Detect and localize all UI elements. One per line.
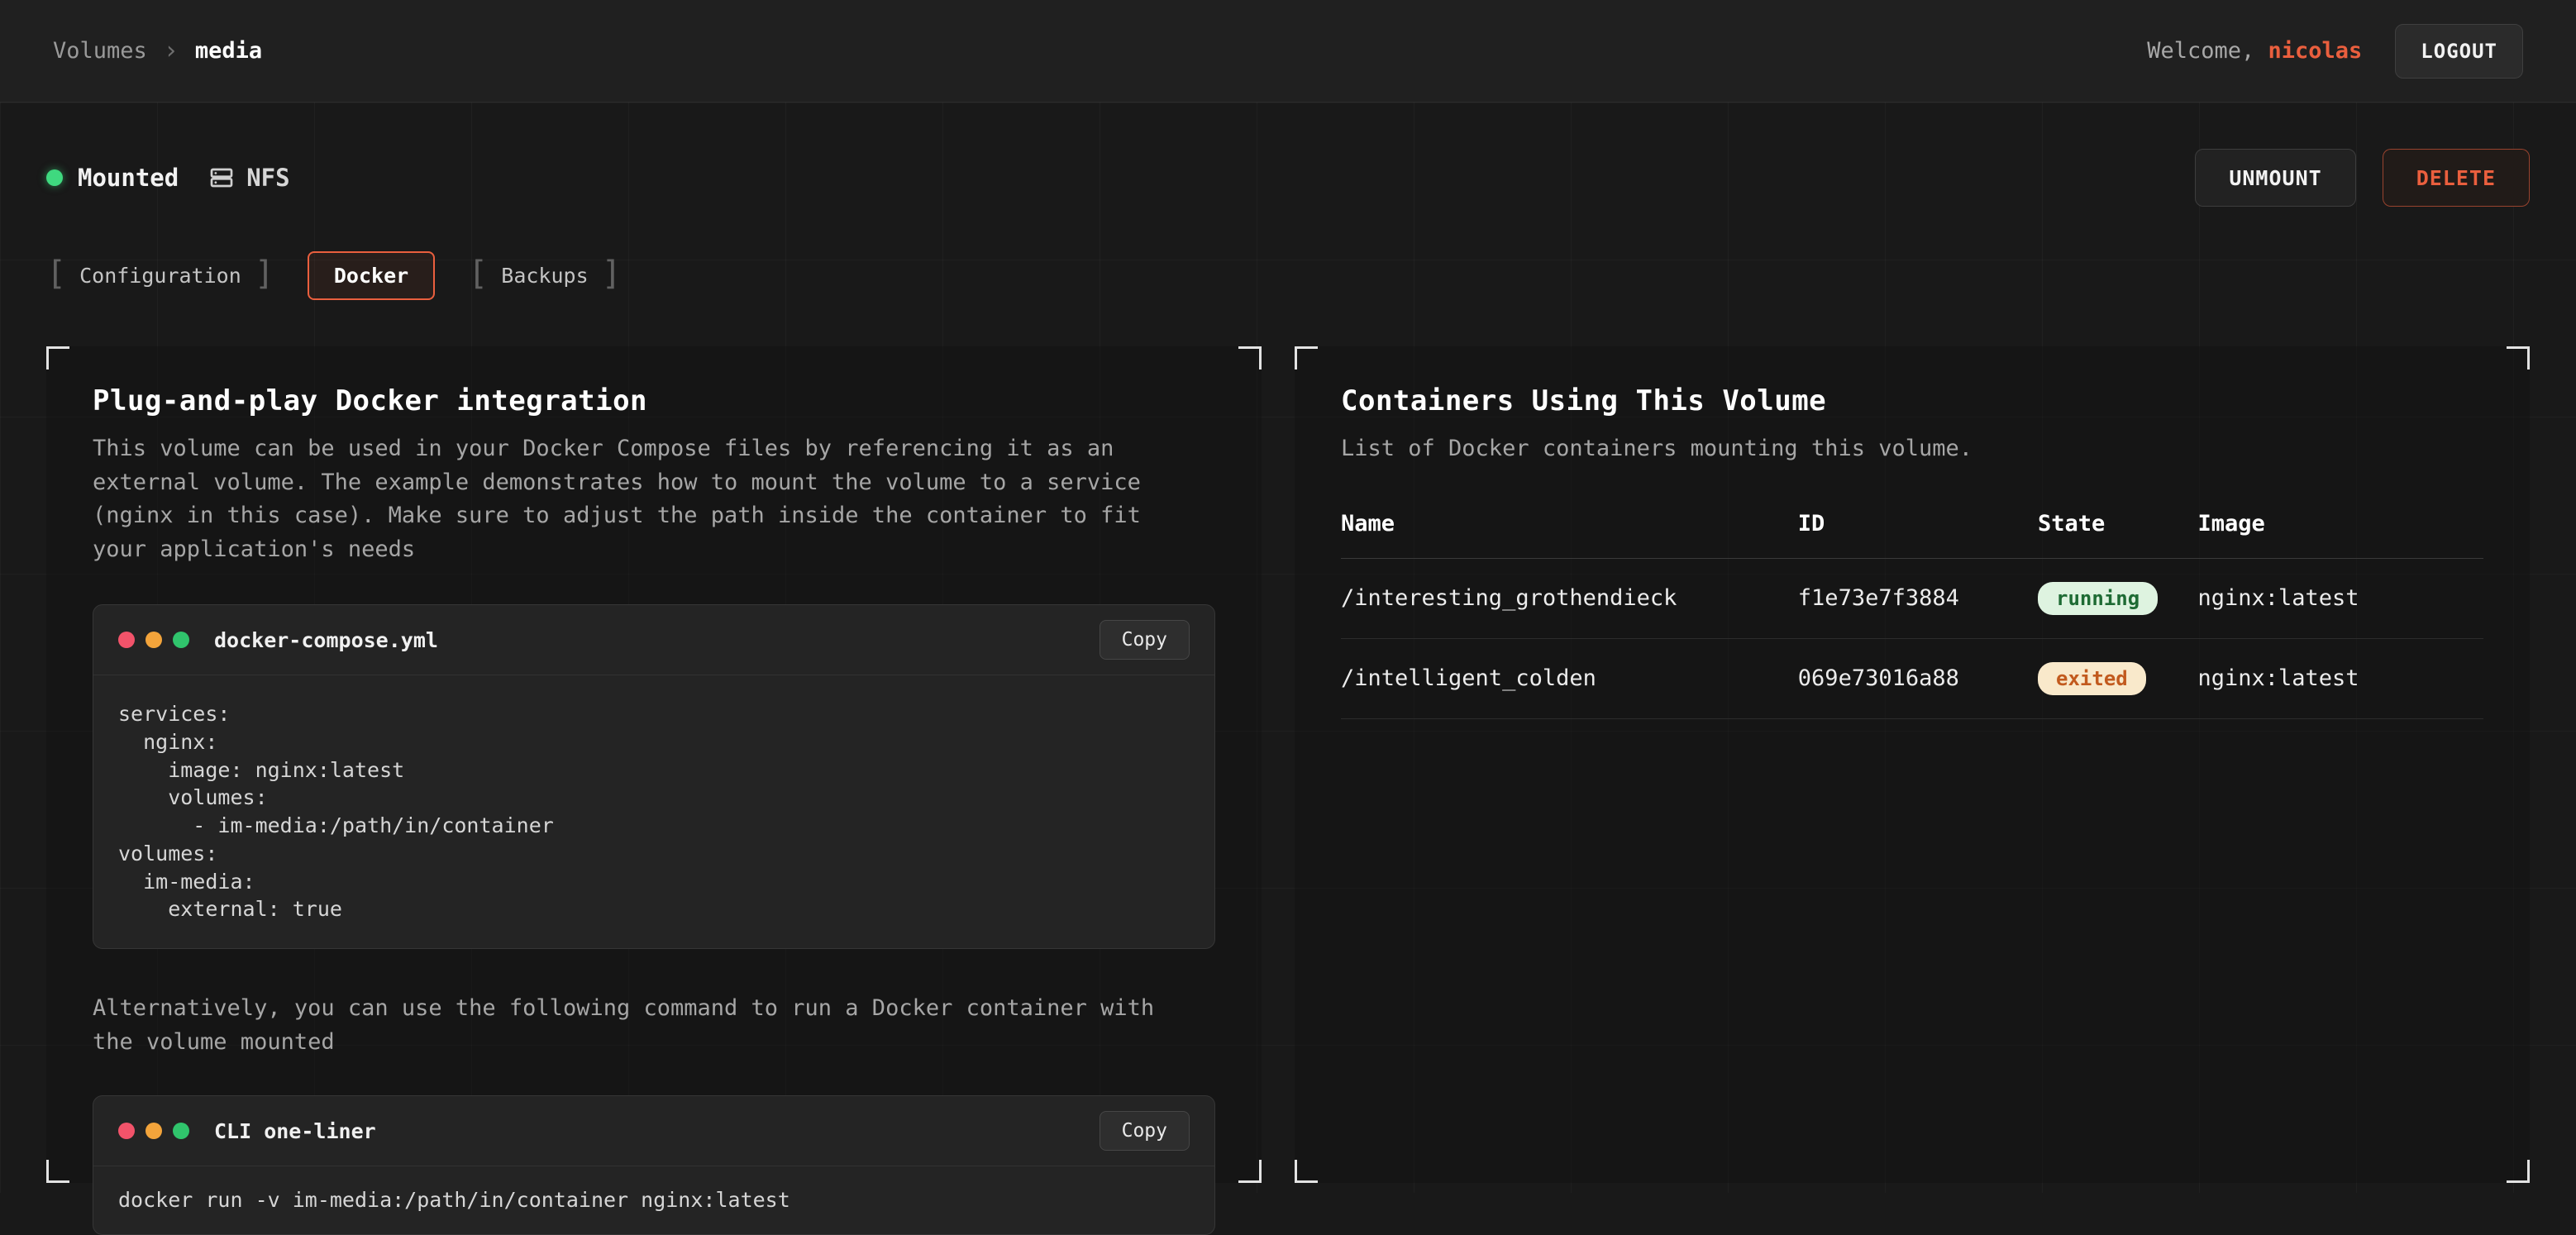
unmount-button[interactable]: UNMOUNT: [2195, 149, 2355, 207]
traffic-dot-yellow-icon: [145, 1123, 162, 1139]
containers-panel-subtitle: List of Docker containers mounting this …: [1341, 432, 2432, 466]
table-row: /intelligent_colden 069e73016a88 exited …: [1341, 638, 2483, 718]
corner-bracket: [1238, 346, 1262, 370]
column-header-image: Image: [2197, 511, 2483, 559]
fs-type-label: NFS: [246, 164, 289, 192]
compose-card-header: docker-compose.yml Copy: [93, 605, 1214, 675]
tab-configuration-label: Configuration: [79, 264, 241, 288]
traffic-dot-red-icon: [118, 632, 135, 648]
status-row: Mounted NFS UNMOUNT DELETE: [46, 149, 2530, 207]
container-image-cell: nginx:latest: [2197, 638, 2483, 718]
panels-row: Plug-and-play Docker integration This vo…: [46, 346, 2530, 1183]
tab-docker[interactable]: Docker: [308, 251, 435, 300]
compose-filename: docker-compose.yml: [214, 628, 438, 652]
cli-code: docker run -v im-media:/path/in/containe…: [93, 1166, 1214, 1234]
bracket-open-icon: [: [46, 257, 66, 290]
container-image-cell: nginx:latest: [2197, 558, 2483, 638]
container-id-cell: 069e73016a88: [1798, 638, 2038, 718]
top-bar-right: Welcome, nicolas LOGOUT: [2147, 24, 2523, 79]
tab-backups-label: Backups: [501, 264, 588, 288]
mounted-status-dot: [46, 169, 63, 186]
traffic-dot-green-icon: [173, 632, 189, 648]
welcome-prefix: Welcome,: [2147, 38, 2254, 64]
corner-bracket: [1295, 1160, 1318, 1183]
traffic-dot-yellow-icon: [145, 632, 162, 648]
corner-bracket: [46, 346, 69, 370]
chevron-right-icon: ›: [164, 39, 179, 64]
status-badge: exited: [2038, 662, 2146, 695]
username: nicolas: [2268, 38, 2363, 64]
traffic-dot-green-icon: [173, 1123, 189, 1139]
corner-bracket: [2507, 346, 2530, 370]
container-state-cell: running: [2038, 558, 2197, 638]
column-header-state: State: [2038, 511, 2197, 559]
compose-code-card: docker-compose.yml Copy services: nginx:…: [93, 604, 1215, 949]
traffic-dot-red-icon: [118, 1123, 135, 1139]
cli-code-card: CLI one-liner Copy docker run -v im-medi…: [93, 1095, 1215, 1235]
container-id-cell: f1e73e7f3884: [1798, 558, 2038, 638]
tab-configuration[interactable]: [ Configuration ]: [46, 260, 274, 293]
tab-docker-label: Docker: [334, 264, 408, 288]
welcome-text: Welcome, nicolas: [2147, 38, 2362, 64]
corner-bracket: [1238, 1160, 1262, 1183]
bracket-close-icon: ]: [602, 257, 622, 290]
top-bar: Volumes › media Welcome, nicolas LOGOUT: [0, 0, 2576, 103]
bracket-close-icon: ]: [255, 257, 274, 290]
containers-panel-title: Containers Using This Volume: [1341, 384, 2483, 417]
cli-intro-text: Alternatively, you can use the following…: [93, 992, 1184, 1059]
mounted-label: Mounted: [78, 164, 179, 192]
app-root: Volumes › media Welcome, nicolas LOGOUT …: [0, 0, 2576, 1193]
containers-table: Name ID State Image /interesting_grothen…: [1341, 511, 2483, 719]
breadcrumb: Volumes › media: [53, 38, 262, 64]
cli-filename: CLI one-liner: [214, 1119, 376, 1143]
copy-cli-button[interactable]: Copy: [1100, 1111, 1190, 1151]
volume-status: Mounted NFS: [46, 164, 290, 192]
breadcrumb-volumes-link[interactable]: Volumes: [53, 38, 147, 64]
container-name-cell: /interesting_grothendieck: [1341, 558, 1798, 638]
bracket-open-icon: [: [468, 257, 488, 290]
volume-actions: UNMOUNT DELETE: [2195, 149, 2530, 207]
main-content: Mounted NFS UNMOUNT DELETE: [0, 103, 2576, 1193]
filesystem-type: NFS: [208, 164, 289, 192]
table-header-row: Name ID State Image: [1341, 511, 2483, 559]
window-dots: [118, 632, 189, 648]
column-header-name: Name: [1341, 511, 1798, 559]
cli-card-header: CLI one-liner Copy: [93, 1096, 1214, 1166]
corner-bracket: [1295, 346, 1318, 370]
containers-panel: Containers Using This Volume List of Doc…: [1295, 346, 2530, 1183]
server-stack-icon: [208, 165, 235, 191]
breadcrumb-current: media: [195, 38, 262, 64]
column-header-id: ID: [1798, 511, 2038, 559]
window-dots: [118, 1123, 189, 1139]
docker-panel-description: This volume can be used in your Docker C…: [93, 432, 1184, 566]
docker-panel-title: Plug-and-play Docker integration: [93, 384, 1215, 417]
status-badge: running: [2038, 582, 2158, 615]
corner-bracket: [2507, 1160, 2530, 1183]
tab-bar: [ Configuration ] Docker [ Backups ]: [46, 251, 2530, 300]
delete-button[interactable]: DELETE: [2383, 149, 2530, 207]
tab-backups[interactable]: [ Backups ]: [468, 260, 622, 293]
docker-integration-panel: Plug-and-play Docker integration This vo…: [46, 346, 1262, 1183]
logout-button[interactable]: LOGOUT: [2395, 24, 2523, 79]
copy-compose-button[interactable]: Copy: [1100, 620, 1190, 660]
table-row: /interesting_grothendieck f1e73e7f3884 r…: [1341, 558, 2483, 638]
corner-bracket: [46, 1160, 69, 1183]
container-name-cell: /intelligent_colden: [1341, 638, 1798, 718]
compose-code: services: nginx: image: nginx:latest vol…: [93, 675, 1214, 948]
container-state-cell: exited: [2038, 638, 2197, 718]
